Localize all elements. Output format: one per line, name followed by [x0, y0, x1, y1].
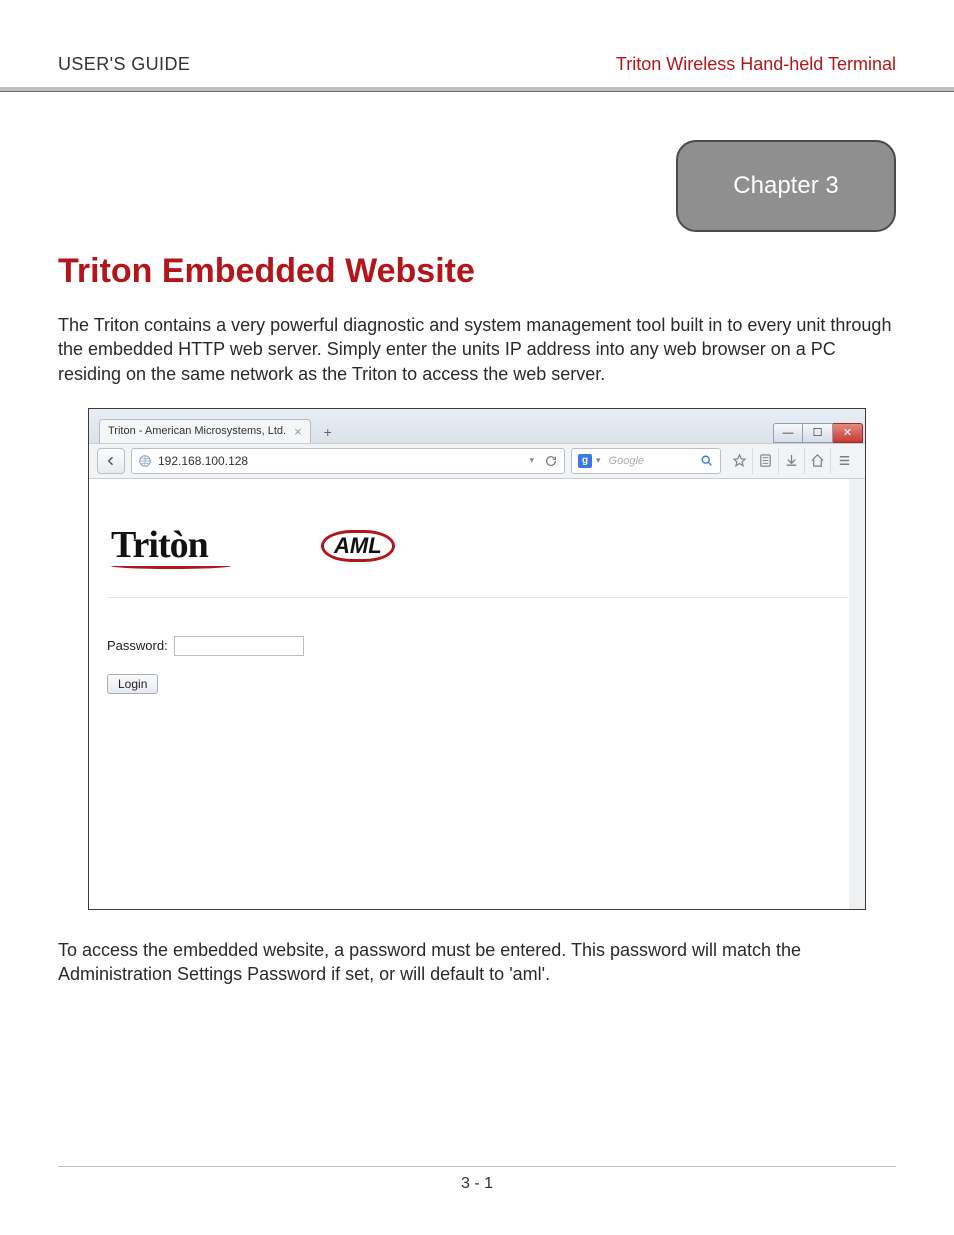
search-engine-icon: g	[578, 454, 592, 468]
browser-toolbar: 192.168.100.128 ▾ g ▾ Google	[89, 443, 865, 479]
window-minimize-button[interactable]: —	[773, 423, 803, 443]
page-number: 3 - 1	[58, 1166, 896, 1193]
password-label: Password:	[107, 638, 168, 653]
reading-list-icon[interactable]	[753, 448, 779, 474]
password-input[interactable]	[174, 636, 304, 656]
tab-title: Triton - American Microsystems, Ltd.	[108, 425, 286, 437]
arrow-left-icon	[105, 455, 117, 467]
search-icon[interactable]	[700, 454, 714, 468]
url-dropdown-icon[interactable]: ▾	[529, 455, 538, 466]
header-left: USER'S GUIDE	[58, 54, 190, 75]
nav-back-button[interactable]	[97, 448, 125, 474]
reload-icon[interactable]	[544, 454, 558, 468]
scrollbar[interactable]	[849, 479, 865, 909]
search-placeholder: Google	[609, 455, 696, 467]
triton-logo-text: Tritòn	[111, 524, 208, 566]
chapter-badge: Chapter 3	[676, 140, 896, 232]
home-icon[interactable]	[805, 448, 831, 474]
url-bar[interactable]: 192.168.100.128 ▾	[131, 448, 565, 474]
menu-icon[interactable]	[831, 448, 857, 474]
header-right: Triton Wireless Hand-held Terminal	[616, 54, 896, 75]
bookmark-star-icon[interactable]	[727, 448, 753, 474]
browser-screenshot: Triton - American Microsystems, Ltd. × +…	[88, 408, 866, 910]
tab-close-icon[interactable]: ×	[294, 424, 302, 439]
intro-paragraph: The Triton contains a very powerful diag…	[58, 313, 896, 386]
outro-paragraph: To access the embedded website, a passwo…	[58, 938, 896, 987]
page-title: Triton Embedded Website	[58, 252, 896, 291]
downloads-icon[interactable]	[779, 448, 805, 474]
triton-logo: Tritòn	[111, 523, 231, 569]
window-maximize-button[interactable]: ☐	[803, 423, 833, 443]
login-button[interactable]: Login	[107, 674, 158, 694]
aml-logo: AML	[321, 530, 395, 562]
window-titlebar: Triton - American Microsystems, Ltd. × +…	[89, 409, 865, 443]
globe-icon	[138, 454, 152, 468]
browser-tab[interactable]: Triton - American Microsystems, Ltd. ×	[99, 419, 311, 443]
url-text: 192.168.100.128	[158, 454, 523, 468]
window-close-button[interactable]: ✕	[833, 423, 863, 443]
new-tab-button[interactable]: +	[317, 421, 339, 443]
search-engine-dropdown-icon[interactable]: ▾	[596, 455, 605, 466]
search-bar[interactable]: g ▾ Google	[571, 448, 721, 474]
page-viewport: Tritòn AML Password: Login	[89, 479, 865, 909]
